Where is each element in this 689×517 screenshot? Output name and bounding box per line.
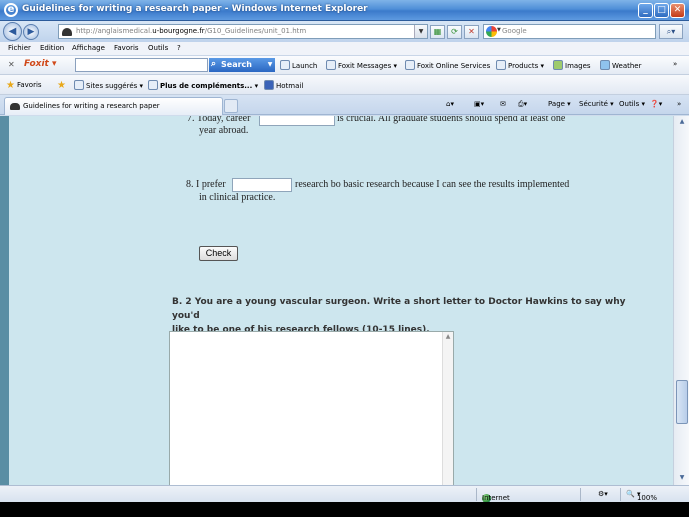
tools-menu[interactable]: Outils ▾ <box>619 100 645 108</box>
zoom-level[interactable]: 🔍 100% ▾ <box>626 490 657 502</box>
favorites-button[interactable]: ★ Favoris <box>6 80 42 91</box>
minimize-button[interactable]: _ <box>638 3 653 18</box>
search-provider-dropdown-icon[interactable]: ▼ <box>497 27 501 33</box>
stop-icon[interactable]: ✕ <box>464 25 479 39</box>
search-button[interactable]: ⌕▾ <box>659 24 683 39</box>
textarea-scrollbar[interactable]: ▲ <box>442 332 453 485</box>
foxit-search-button[interactable]: Search <box>209 58 265 72</box>
feeds-icon[interactable]: ▣▾ <box>474 100 484 108</box>
products-icon <box>496 60 506 70</box>
compatibility-view-icon[interactable]: ▦ <box>430 25 445 39</box>
new-tab-button[interactable] <box>224 99 238 113</box>
addons-button[interactable]: Plus de compléments... ▾ <box>148 80 258 90</box>
command-overflow-icon[interactable]: » <box>677 100 681 108</box>
address-bar[interactable]: http://anglaismedical.u-bourgogne.fr/G10… <box>58 24 428 39</box>
search-placeholder: Google <box>502 27 527 35</box>
security-menu[interactable]: Sécurité ▾ <box>579 100 614 108</box>
tab-guidelines[interactable]: Guidelines for writing a research paper <box>4 97 223 115</box>
forward-button[interactable]: ▶ <box>23 24 39 40</box>
menu-affichage[interactable]: Affichage <box>72 44 105 52</box>
menu-edition[interactable]: Edition <box>40 44 64 52</box>
address-row: ◀ ▶ http://anglaismedical.u-bourgogne.fr… <box>0 21 689 42</box>
question-8-text-start: 8. I prefer <box>186 179 226 190</box>
question-7-text-end: is crucial. All graduate students should… <box>337 116 566 124</box>
favorites-bar: ★ Favoris ★ Sites suggérés ▾ Plus de comp… <box>0 75 689 95</box>
question-8-line-2: in clinical practice. <box>199 192 276 203</box>
address-dropdown-icon[interactable]: ▼ <box>414 25 427 38</box>
tab-row: Guidelines for writing a research paper … <box>0 95 689 115</box>
question-7-text-start: 7. Today, career <box>187 116 251 124</box>
foxit-online-services-button[interactable]: Foxit Online Services <box>405 60 490 70</box>
page-content: 7. Today, career is crucial. All graduat… <box>0 116 673 485</box>
window-title: Guidelines for writing a research paper … <box>22 4 368 14</box>
refresh-icon[interactable]: ⟳ <box>447 25 462 39</box>
browser-window: e Guidelines for writing a research pape… <box>0 0 689 517</box>
maximize-button[interactable]: □ <box>654 3 669 18</box>
tab-label: Guidelines for writing a research paper <box>23 102 160 110</box>
letter-textarea[interactable]: ▲ <box>169 331 454 485</box>
print-icon[interactable]: ⎙▾ <box>518 100 527 109</box>
menu-bar: Fichier Edition Affichage Favoris Outils… <box>0 42 689 56</box>
menu-favoris[interactable]: Favoris <box>114 44 139 52</box>
close-button[interactable]: ✕ <box>670 3 685 18</box>
foxit-logo[interactable]: Foxit ▾ <box>24 59 56 69</box>
address-url: http://anglaismedical.u-bourgogne.fr/G10… <box>76 27 307 35</box>
check-button[interactable]: Check <box>199 246 238 261</box>
products-button[interactable]: Products ▾ <box>496 60 544 70</box>
images-button[interactable]: Images <box>553 60 591 70</box>
scrollbar-thumb[interactable] <box>676 380 688 424</box>
taskbar <box>0 502 689 517</box>
status-bar: Internet ⚙▾ 🔍 100% ▾ <box>0 485 689 503</box>
search-box[interactable]: ▼ Google <box>483 24 656 39</box>
launch-icon <box>280 60 290 70</box>
question-8-input[interactable] <box>232 178 292 192</box>
foxit-search-dropdown-icon[interactable]: ▼ <box>265 58 275 72</box>
question-8-text-end: research bo basic research because I can… <box>295 179 570 190</box>
ie-logo-icon: e <box>4 3 18 17</box>
menu-help[interactable]: ? <box>177 44 181 52</box>
suggested-sites-button[interactable]: Sites suggérés ▾ <box>74 80 143 90</box>
hotmail-icon <box>264 80 274 90</box>
add-favorite-icon[interactable]: ★ <box>57 80 68 91</box>
help-icon[interactable]: ❓▾ <box>650 100 662 108</box>
home-icon[interactable]: ⌂▾ <box>446 100 454 108</box>
menu-fichier[interactable]: Fichier <box>8 44 31 52</box>
mail-icon[interactable]: ✉ <box>500 100 506 108</box>
scroll-up-arrow-icon[interactable]: ▲ <box>677 117 687 127</box>
close-toolbar-icon[interactable]: ✕ <box>8 60 15 69</box>
left-stripe <box>0 116 9 485</box>
suggested-sites-icon <box>74 80 84 90</box>
google-logo-icon <box>486 26 497 37</box>
weather-icon <box>600 60 610 70</box>
page-scrollbar[interactable]: ▲ ▼ <box>673 116 689 485</box>
scroll-up-icon[interactable]: ▲ <box>444 333 452 341</box>
hotmail-button[interactable]: Hotmail <box>264 80 303 90</box>
title-bar[interactable]: e Guidelines for writing a research pape… <box>0 0 689 21</box>
foxit-search-input[interactable] <box>75 58 208 72</box>
back-button[interactable]: ◀ <box>3 22 22 41</box>
foxit-toolbar: ✕ Foxit ▾ Search ▼ Launch Foxit Messages… <box>0 56 689 75</box>
site-favicon-icon <box>62 28 72 36</box>
protected-mode-icon[interactable]: ⚙▾ <box>598 490 608 498</box>
page-menu[interactable]: Page ▾ <box>548 100 571 108</box>
question-7-input[interactable] <box>259 116 335 126</box>
tab-favicon-icon <box>10 103 20 110</box>
weather-button[interactable]: Weather <box>600 60 641 70</box>
launch-button[interactable]: Launch <box>280 60 317 70</box>
foxit-messages-button[interactable]: Foxit Messages ▾ <box>326 60 397 70</box>
menu-outils[interactable]: Outils <box>148 44 168 52</box>
question-7-line-2: year abroad. <box>199 125 249 136</box>
images-icon <box>553 60 563 70</box>
messages-icon <box>326 60 336 70</box>
scroll-down-arrow-icon[interactable]: ▼ <box>677 473 687 483</box>
favorites-star-icon: ★ <box>6 80 15 91</box>
toolbar-overflow-icon[interactable]: » <box>673 60 677 68</box>
online-services-icon <box>405 60 415 70</box>
addons-icon <box>148 80 158 90</box>
